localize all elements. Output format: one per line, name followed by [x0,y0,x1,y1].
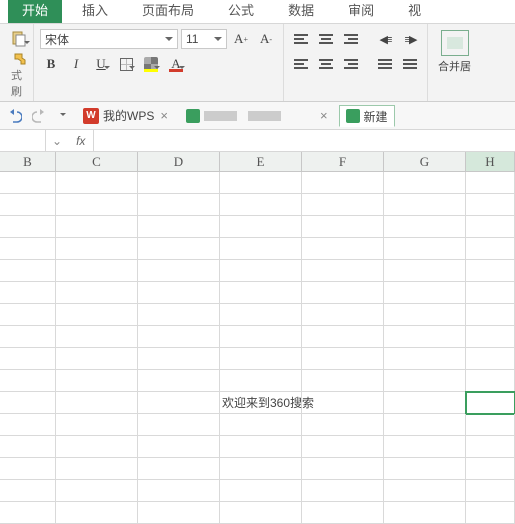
wrap-text-button[interactable] [399,53,421,75]
bold-button[interactable]: B [40,53,62,75]
spreadsheet-grid[interactable]: // placeholder so structure below is sta… [0,172,515,524]
fill-color-button[interactable] [140,53,162,75]
tab-review[interactable]: 审阅 [334,0,388,23]
shrink-font-button[interactable]: A- [255,28,277,50]
justify-button[interactable] [374,53,396,75]
col-header-B[interactable]: B [0,152,56,171]
paste-button[interactable] [6,28,32,50]
align-bottom-button[interactable] [340,28,362,50]
spreadsheet-icon [186,109,200,123]
ribbon-tabs: 开始 插入 页面布局 公式 数据 审阅 视 [0,0,515,24]
align-middle-button[interactable] [315,28,337,50]
merge-center-button[interactable]: 合并居 [434,28,475,76]
col-header-E[interactable]: E [220,152,302,171]
fx-label[interactable]: fx [68,130,94,151]
formula-bar: ⌄ fx [0,130,515,152]
tab-home[interactable]: 开始 [8,0,62,23]
col-header-C[interactable]: C [56,152,138,171]
align-top-button[interactable] [290,28,312,50]
align-left-button[interactable] [290,53,312,75]
decrease-indent-button[interactable]: ◀≡ [374,28,396,50]
tab-insert[interactable]: 插入 [68,0,122,23]
group-merge: 合并居 [428,24,481,101]
group-alignment: ◀≡ ≡▶ [284,24,428,101]
group-clipboard: 式刷 [0,24,34,101]
font-size-select[interactable]: 11 [181,29,227,49]
group-font: 宋体 11 A+ A- B I U A [34,24,284,101]
doc-tab-2[interactable]: × [179,105,337,127]
merge-icon [441,30,469,56]
col-header-G[interactable]: G [384,152,466,171]
format-painter-button[interactable] [6,50,34,67]
italic-button[interactable]: I [65,53,87,75]
ribbon: 式刷 宋体 11 A+ A- B I U A ◀≡ ≡▶ [0,24,515,102]
tab-view[interactable]: 视 [394,0,435,23]
active-cell[interactable] [466,392,515,414]
col-header-F[interactable]: F [302,152,384,171]
align-right-button[interactable] [340,53,362,75]
underline-button[interactable]: U [90,53,112,75]
font-name-select[interactable]: 宋体 [40,29,178,49]
grow-font-button[interactable]: A+ [230,28,252,50]
quick-access-bar: W 我的WPS × × 新建 [0,102,515,130]
tab-formula[interactable]: 公式 [214,0,268,23]
cell-welcome[interactable]: 欢迎来到360搜索 [220,392,302,414]
increase-indent-button[interactable]: ≡▶ [399,28,421,50]
undo-button[interactable] [4,105,26,127]
col-header-H[interactable]: H [466,152,515,171]
align-center-button[interactable] [315,53,337,75]
column-headers: B C D E F G H [0,152,515,172]
close-icon[interactable]: × [318,108,330,123]
wps-logo-icon: W [83,108,99,124]
tab-page-layout[interactable]: 页面布局 [128,0,208,23]
doc-tab-new[interactable]: 新建 [339,105,395,127]
qa-dropdown[interactable] [52,105,74,127]
col-header-D[interactable]: D [138,152,220,171]
name-box[interactable] [0,130,46,151]
format-painter-label: 式刷 [6,67,27,99]
doc-tab-wps[interactable]: W 我的WPS × [76,105,177,127]
fx-cancel-icon[interactable]: ⌄ [46,134,68,148]
spreadsheet-icon [346,109,360,123]
borders-button[interactable] [115,53,137,75]
close-icon[interactable]: × [158,108,170,123]
font-color-button[interactable]: A [165,53,187,75]
redo-button[interactable] [28,105,50,127]
tab-data[interactable]: 数据 [274,0,328,23]
